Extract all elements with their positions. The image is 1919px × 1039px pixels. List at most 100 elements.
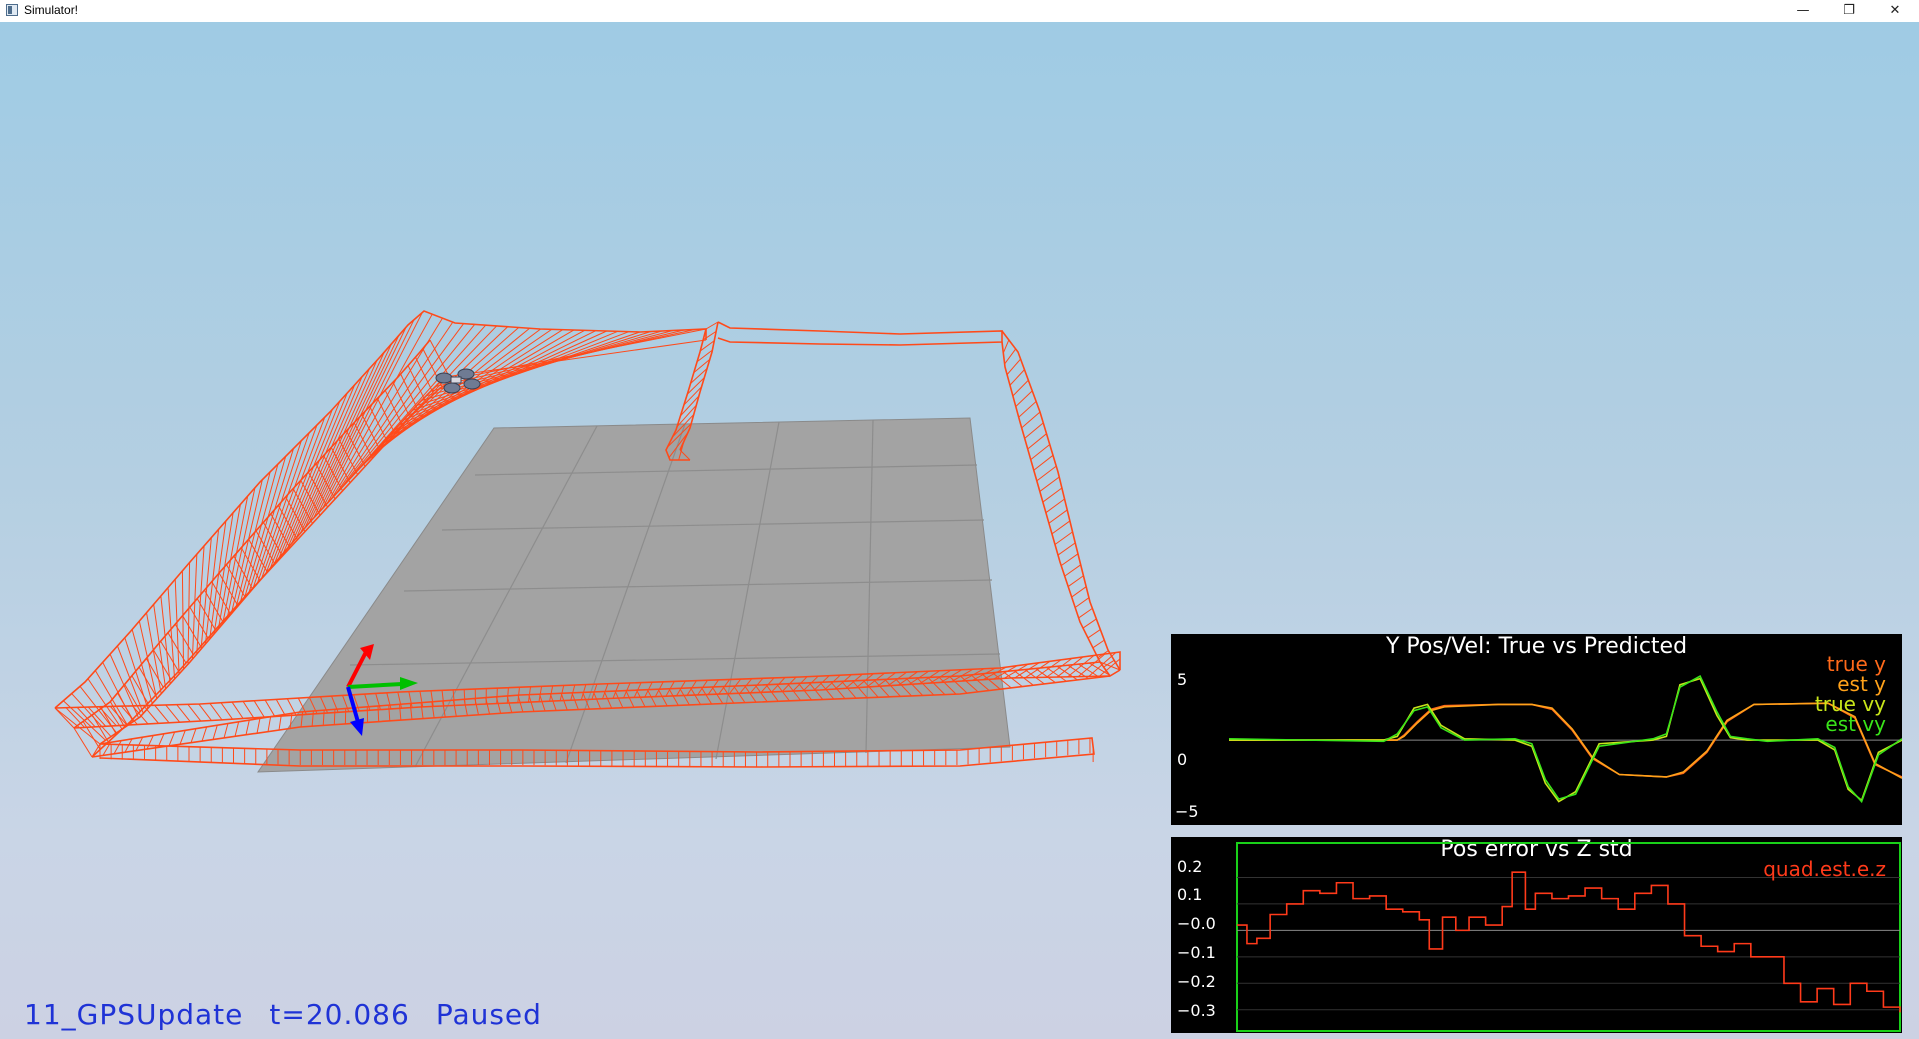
trail-rib (1099, 658, 1121, 677)
trail-rib (1012, 379, 1029, 397)
trail-rib (1048, 509, 1068, 524)
trail-rib (154, 704, 170, 724)
trail-rib (209, 703, 223, 721)
trail-rib (1042, 487, 1063, 503)
legend-entry: est y (1837, 672, 1886, 696)
trail-rib (174, 579, 180, 675)
trail-rib (1057, 542, 1076, 556)
trail-rib (1082, 618, 1097, 629)
trail-rib (191, 554, 198, 660)
trail-rib (1060, 553, 1079, 567)
trail-rib (167, 587, 176, 679)
trail-rib (1033, 454, 1054, 471)
status-bar: 11_GPSUpdate t=20.086 Paused (24, 998, 568, 1031)
close-button[interactable]: ✕ (1872, 0, 1918, 22)
legend-entry: est vy (1825, 712, 1886, 736)
simulator-viewport[interactable]: 11_GPSUpdate t=20.086 Paused Y Pos/Vel: Tr… (0, 22, 1919, 1039)
trail-rib (242, 701, 255, 719)
trail-rib (1092, 639, 1105, 649)
trail-rib (300, 351, 385, 534)
title-bar: Simulator! — ❐ ✕ (0, 0, 1919, 23)
trail-rib (1051, 520, 1071, 535)
trail-rib (217, 504, 241, 630)
trail-rib (245, 720, 250, 735)
trail-rib (426, 330, 674, 397)
trail-rib (1036, 465, 1057, 482)
trail-rib (165, 704, 181, 723)
trail-rib (1074, 597, 1090, 608)
trail-rib (1004, 348, 1017, 365)
trail-rib (1002, 339, 1010, 354)
trail-rib (256, 432, 310, 584)
trail-rib (275, 699, 286, 716)
series-line (1237, 871, 1901, 1013)
trail-rib (274, 401, 341, 564)
trail-rib (124, 684, 141, 712)
trail-rib (198, 703, 212, 721)
trail-rib (1045, 498, 1065, 514)
trail-rib (1078, 607, 1093, 619)
legend-entry: quad.est.e.z (1763, 857, 1886, 881)
trail-rib (212, 725, 218, 740)
ypos-chart-panel: Y Pos/Vel: True vs Predicted 5 0 −5 true… (1171, 634, 1902, 825)
trail-rib (344, 324, 476, 485)
trail-rib (1109, 669, 1121, 677)
minimize-button[interactable]: — (1780, 0, 1826, 22)
trail-rib (496, 688, 498, 704)
trail-rib (1039, 476, 1060, 492)
pos-error-chart-panel: Pos error vs Z std 0.2 0.1 −0.0 −0.1 −0.… (1171, 837, 1902, 1033)
trail-rib (333, 709, 336, 725)
trail-rib (146, 735, 154, 750)
trail-rib (322, 312, 423, 509)
ypos-chart-plot (1228, 675, 1902, 804)
trail-rib (113, 740, 122, 755)
trail-rib (1071, 586, 1087, 598)
trail-rib (261, 424, 318, 579)
scenario-name: 11_GPSUpdate (24, 998, 244, 1031)
trail-rib (181, 570, 185, 670)
trail-rib (82, 721, 101, 750)
legend-entry: true y (1826, 652, 1886, 676)
ground-plane (257, 417, 1011, 773)
trail-rib (256, 718, 261, 734)
trail-rib (223, 723, 229, 739)
trail-rib (168, 731, 176, 747)
trail-rib (377, 705, 380, 722)
restore-button[interactable]: ❐ (1826, 0, 1872, 22)
sim-state: Paused (435, 998, 542, 1031)
sim-time: t=20.086 (269, 998, 410, 1031)
trail-rib (176, 704, 191, 722)
trail-rib (282, 384, 356, 554)
chart-legend: quad.est.e.z (1763, 859, 1886, 879)
window-title: Simulator! (24, 3, 79, 17)
trail-rib (220, 702, 233, 720)
app-icon (6, 4, 18, 16)
trail-rib (179, 730, 186, 745)
trail-rib (253, 700, 265, 718)
trail-rib (1027, 433, 1047, 450)
trail-rib (1064, 564, 1081, 577)
trail-rib (1006, 358, 1021, 375)
trail-rib (1024, 422, 1044, 439)
trail-rib (267, 716, 272, 732)
trail-rib (1067, 575, 1084, 587)
trail-rib (278, 714, 282, 731)
trail-rib (146, 612, 162, 694)
trail-rib (54, 707, 75, 729)
chart-legend: true y est y true vy est vy (1815, 654, 1886, 734)
trail-rib (1087, 629, 1101, 639)
trail-rib (135, 736, 144, 751)
trail-rib (1021, 411, 1041, 429)
trail-rib (234, 721, 240, 737)
trail-rib (1015, 390, 1033, 407)
legend-entry: true vy (1814, 692, 1886, 716)
series-line (1228, 675, 1902, 804)
trail-rib (190, 728, 197, 743)
trail-rib (264, 699, 276, 717)
trail-rib (1078, 663, 1100, 678)
trail-rib (1009, 369, 1025, 386)
trail-rib (1056, 665, 1078, 681)
trail-rib (211, 581, 231, 614)
trail-rib (1054, 531, 1073, 545)
trail-rib (231, 701, 244, 719)
